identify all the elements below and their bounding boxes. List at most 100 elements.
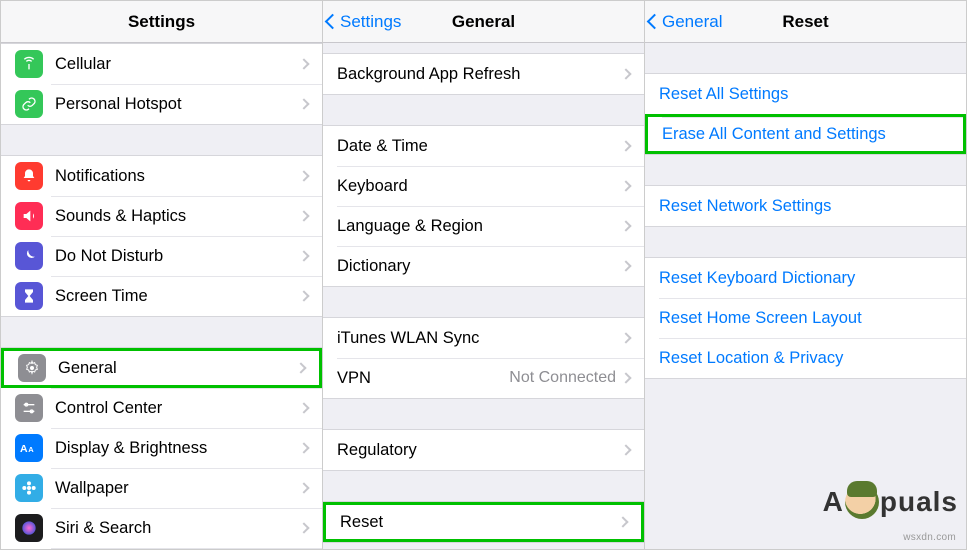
back-to-general[interactable]: General xyxy=(649,12,722,32)
row-keyboard[interactable]: Keyboard xyxy=(323,166,644,206)
row-label: Dictionary xyxy=(337,257,622,276)
row-vpn[interactable]: VPNNot Connected xyxy=(323,358,644,398)
chevron-right-icon xyxy=(620,332,631,343)
row-detail: Not Connected xyxy=(509,369,616,387)
row-label: Reset Network Settings xyxy=(659,197,952,216)
settings-row-cellular[interactable]: Cellular xyxy=(1,44,322,84)
speaker-icon xyxy=(15,202,43,230)
chevron-right-icon xyxy=(298,170,309,181)
row-label: Notifications xyxy=(55,167,300,186)
chevron-right-icon xyxy=(298,250,309,261)
chevron-right-icon xyxy=(298,98,309,109)
row-label: iTunes WLAN Sync xyxy=(337,329,622,348)
row-reset-location-privacy[interactable]: Reset Location & Privacy xyxy=(645,338,966,378)
row-erase-all-content-and-settings[interactable]: Erase All Content and Settings xyxy=(645,114,966,154)
reset-panel: General Reset Reset All Settings Erase Al… xyxy=(645,1,966,549)
settings-row-general[interactable]: General xyxy=(1,348,322,388)
chevron-right-icon xyxy=(620,140,631,151)
chevron-right-icon xyxy=(620,444,631,455)
row-label: Reset Home Screen Layout xyxy=(659,309,952,328)
chevron-left-icon xyxy=(647,14,663,30)
row-label: General xyxy=(58,359,297,378)
settings-row-wallpaper[interactable]: Wallpaper xyxy=(1,468,322,508)
chevron-right-icon xyxy=(298,522,309,533)
flower-icon xyxy=(15,474,43,502)
settings-row-do-not-disturb[interactable]: Do Not Disturb xyxy=(1,236,322,276)
row-label: Date & Time xyxy=(337,137,622,156)
row-language-region[interactable]: Language & Region xyxy=(323,206,644,246)
row-dictionary[interactable]: Dictionary xyxy=(323,246,644,286)
chevron-right-icon xyxy=(295,362,306,373)
group-locale: Date & Time Keyboard Language & Region Dict… xyxy=(323,125,644,287)
row-label: Screen Time xyxy=(55,287,300,306)
chevron-right-icon xyxy=(617,516,628,527)
bell-icon xyxy=(15,162,43,190)
settings-row-control-center[interactable]: Control Center xyxy=(1,388,322,428)
group-reset: Reset xyxy=(323,501,644,543)
page-title: Reset xyxy=(782,12,828,32)
row-reset-all-settings[interactable]: Reset All Settings xyxy=(645,74,966,114)
svg-text:A: A xyxy=(28,445,34,454)
hourglass-icon xyxy=(15,282,43,310)
chevron-right-icon xyxy=(620,220,631,231)
back-to-settings[interactable]: Settings xyxy=(327,12,401,32)
chevron-right-icon xyxy=(298,482,309,493)
general-panel: Settings General Background App Refresh … xyxy=(323,1,645,549)
settings-row-notifications[interactable]: Notifications xyxy=(1,156,322,196)
settings-row-sounds-haptics[interactable]: Sounds & Haptics xyxy=(1,196,322,236)
group-alerts: Notifications Sounds & Haptics Do Not Dist… xyxy=(1,155,322,317)
group-reset-network: Reset Network Settings xyxy=(645,185,966,227)
row-label: Control Center xyxy=(55,399,300,418)
group-reset-misc: Reset Keyboard Dictionary Reset Home Scre… xyxy=(645,257,966,379)
moon-icon xyxy=(15,242,43,270)
siri-icon xyxy=(15,514,43,542)
row-label: Do Not Disturb xyxy=(55,247,300,266)
row-label: Background App Refresh xyxy=(337,65,622,84)
svg-text:A: A xyxy=(20,443,28,455)
row-background-app-refresh[interactable]: Background App Refresh xyxy=(323,54,644,94)
page-title: Settings xyxy=(128,12,195,32)
row-label: Regulatory xyxy=(337,441,622,460)
row-reset[interactable]: Reset xyxy=(323,502,644,542)
row-label: Erase All Content and Settings xyxy=(662,125,949,144)
group-reset-all: Reset All Settings Erase All Content and … xyxy=(645,73,966,155)
row-label: Sounds & Haptics xyxy=(55,207,300,226)
row-label: Language & Region xyxy=(337,217,622,236)
row-label: Reset xyxy=(340,513,619,532)
row-reset-network-settings[interactable]: Reset Network Settings xyxy=(645,186,966,226)
row-date-time[interactable]: Date & Time xyxy=(323,126,644,166)
row-label: Reset Keyboard Dictionary xyxy=(659,269,952,288)
row-label: Wallpaper xyxy=(55,479,300,498)
row-reset-home-screen-layout[interactable]: Reset Home Screen Layout xyxy=(645,298,966,338)
group-system: General Control Center AADisplay & Brightn… xyxy=(1,347,322,549)
row-label: Reset All Settings xyxy=(659,85,952,104)
text-size-icon: AA xyxy=(15,434,43,462)
chevron-right-icon xyxy=(298,402,309,413)
chevron-left-icon xyxy=(325,14,341,30)
page-title: General xyxy=(452,12,515,32)
chevron-right-icon xyxy=(298,442,309,453)
watermark-logo: A puals xyxy=(823,485,958,519)
navbar-reset: General Reset xyxy=(645,1,966,43)
chevron-right-icon xyxy=(298,210,309,221)
row-regulatory[interactable]: Regulatory xyxy=(323,430,644,470)
settings-row-personal-hotspot[interactable]: Personal Hotspot xyxy=(1,84,322,124)
chevron-right-icon xyxy=(298,58,309,69)
back-label: General xyxy=(662,12,722,32)
navbar-general: Settings General xyxy=(323,1,644,43)
group-connectivity: Cellular Personal Hotspot xyxy=(1,43,322,125)
settings-row-display-brightness[interactable]: AADisplay & Brightness xyxy=(1,428,322,468)
navbar-settings: Settings xyxy=(1,1,322,43)
antenna-icon xyxy=(15,50,43,78)
group-bg-refresh: Background App Refresh xyxy=(323,53,644,95)
settings-row-siri-search[interactable]: Siri & Search xyxy=(1,508,322,548)
row-label: VPN xyxy=(337,369,509,388)
settings-panel: Settings Cellular Personal Hotspot Notifi… xyxy=(1,1,323,549)
row-label: Cellular xyxy=(55,55,300,74)
settings-row-screen-time[interactable]: Screen Time xyxy=(1,276,322,316)
shut-down-row[interactable]: Shut Down xyxy=(323,543,644,549)
row-reset-keyboard-dictionary[interactable]: Reset Keyboard Dictionary xyxy=(645,258,966,298)
row-itunes-wlan-sync[interactable]: iTunes WLAN Sync xyxy=(323,318,644,358)
settings-row-touch-id-passcode[interactable]: Touch ID & Passcode xyxy=(1,548,322,549)
sliders-icon xyxy=(15,394,43,422)
